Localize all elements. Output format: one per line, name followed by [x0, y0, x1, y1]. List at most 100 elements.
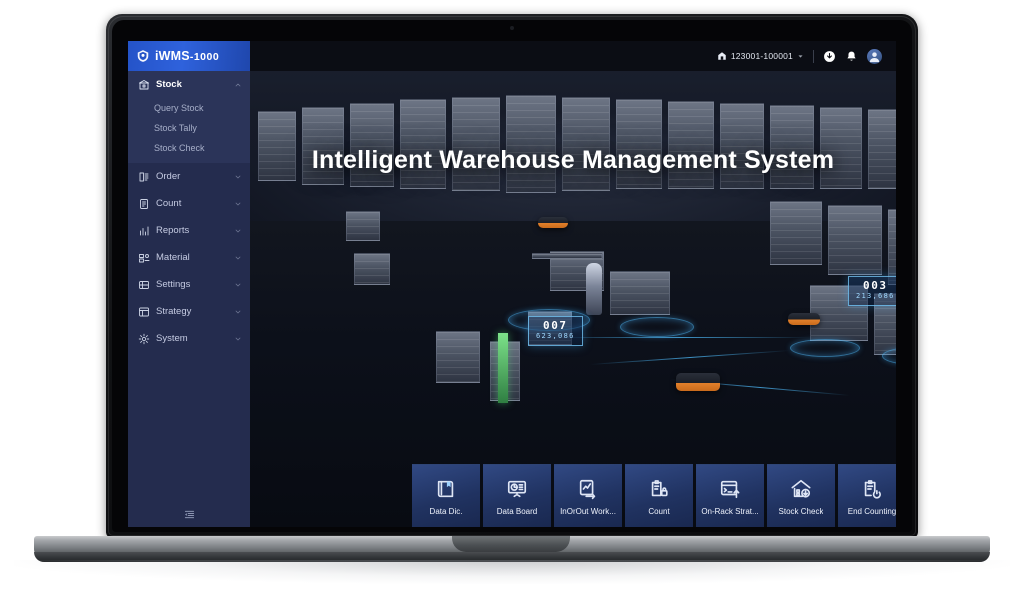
hud-tag-value: 623,086: [536, 332, 575, 341]
rack-unit: [436, 331, 480, 383]
warehouse-code: 123001-100001: [730, 51, 793, 61]
logo-model: -1000: [189, 51, 220, 63]
sidebar-item-row[interactable]: System: [128, 325, 250, 352]
sidebar-subitem-query-stock[interactable]: Query Stock: [128, 98, 250, 118]
stacker-crane-mast: [498, 333, 508, 403]
rack-unit: [888, 209, 896, 285]
app-logo[interactable]: iWMS-1000: [128, 41, 250, 71]
quick-action-toolbar: Data Dic. Data Board InOrOut Work... Count O…: [412, 464, 896, 527]
sidebar-item-order[interactable]: Order: [128, 163, 250, 190]
hud-tag-id: 003: [862, 279, 888, 292]
sidebar-item-reports[interactable]: Reports: [128, 217, 250, 244]
sidebar-item-material[interactable]: Material: [128, 244, 250, 271]
quick-action-data-dic[interactable]: Data Dic.: [412, 464, 480, 527]
sidebar-item-row[interactable]: Material: [128, 244, 250, 271]
logo-name: iWMS: [155, 49, 190, 63]
sidebar-item-label: Stock: [156, 79, 182, 90]
app-logo-text: iWMS-1000: [155, 49, 219, 63]
count-icon: [140, 198, 148, 209]
quick-action-data-board[interactable]: Data Board: [483, 464, 551, 527]
rack-unit: [616, 99, 662, 189]
laptop-camera: [510, 26, 514, 30]
hud-tag: 007 623,086: [528, 316, 583, 346]
chevron-down-icon: [235, 202, 241, 205]
bell-icon[interactable]: [845, 50, 858, 63]
clipboard-timer-icon: [864, 479, 881, 499]
inout-chart-icon: [579, 479, 596, 499]
sidebar-item-label: Strategy: [156, 306, 192, 317]
download-circle-icon[interactable]: [823, 50, 836, 63]
workstation-desk: [532, 253, 602, 259]
stock-icon: [139, 79, 149, 89]
top-header-bar: 123001-100001: [250, 41, 896, 71]
laptop-mockup: iWMS-1000 Stock Query Stock Stock Tally Sto…: [0, 0, 1024, 594]
laptop-shadow: [14, 560, 1010, 584]
quick-action-stock-check[interactable]: Stock Check: [767, 464, 835, 527]
house-check-icon: [791, 479, 811, 498]
pallet-stack: [610, 271, 670, 315]
sidebar-collapse-button[interactable]: [128, 509, 250, 520]
rack-unit: [668, 101, 714, 189]
sidebar-item-label: System: [156, 333, 188, 344]
rack-unit: [828, 205, 882, 275]
system-icon: [138, 333, 150, 344]
quick-action-label: Count: [648, 506, 670, 516]
sidebar-subitem-stock-tally[interactable]: Stock Tally: [128, 118, 250, 138]
sidebar-subitem-stock-check[interactable]: Stock Check: [128, 138, 250, 158]
worker-figure: [586, 263, 602, 315]
quick-action-label: End Counting: [847, 506, 896, 516]
chevron-down-icon: [235, 283, 241, 286]
rack-unit: [400, 99, 446, 189]
shield-logo-icon: [137, 50, 149, 62]
quick-action-on-rack-strat[interactable]: On-Rack Strat...: [696, 464, 764, 527]
agv-robot: [788, 313, 820, 325]
sidebar-item-row[interactable]: Reports: [128, 217, 250, 244]
application-window: iWMS-1000 Stock Query Stock Stock Tally Sto…: [128, 41, 896, 527]
sidebar-item-label: Order: [156, 171, 181, 182]
sidebar-item-stock[interactable]: Stock Query Stock Stock Tally Stock Check: [128, 71, 250, 163]
laptop-base-notch: [452, 536, 570, 552]
hero-title-block: Intelligent Warehouse Management System: [250, 146, 896, 175]
chevron-down-icon: [235, 256, 241, 259]
agv-robot: [676, 373, 720, 391]
sidebar: iWMS-1000 Stock Query Stock Stock Tally Sto…: [128, 41, 250, 527]
chevron-up-icon: [235, 83, 241, 86]
sidebar-submenu: Query Stock Stock Tally Stock Check: [128, 98, 250, 163]
quick-action-count[interactable]: Count: [625, 464, 693, 527]
hud-tag-id: 007: [542, 319, 568, 332]
hud-tag-value: 213,686: [856, 292, 895, 301]
sidebar-item-row[interactable]: Strategy: [128, 298, 250, 325]
quick-action-end-counting[interactable]: End Counting: [838, 464, 896, 527]
reports-icon: [140, 226, 149, 235]
order-icon: [139, 172, 149, 181]
dashboard-icon: [507, 480, 527, 497]
sidebar-item-row[interactable]: Settings: [128, 271, 250, 298]
rack-unit: [562, 97, 610, 191]
screen-viewport: iWMS-1000 Stock Query Stock Stock Tally Sto…: [128, 41, 896, 527]
sidebar-item-label: Count: [156, 198, 182, 209]
rack-unit: [346, 211, 380, 241]
sidebar-item-label: Reports: [156, 225, 190, 236]
strategy-icon: [139, 307, 149, 316]
sidebar-item-row[interactable]: Order: [128, 163, 250, 190]
quick-action-label: Stock Check: [778, 506, 824, 516]
warehouse-3d-scene: 007 623,086 003 213,686 Intelligent Warehou…: [250, 41, 896, 527]
quick-action-inorout-work[interactable]: InOrOut Work...: [554, 464, 622, 527]
warehouse-selector[interactable]: 123001-100001: [717, 51, 804, 61]
sidebar-item-system[interactable]: System: [128, 325, 250, 352]
user-avatar-icon: [869, 51, 880, 62]
sidebar-item-label: Settings: [156, 279, 191, 290]
menu-collapse-icon: [184, 510, 194, 519]
sidebar-item-strategy[interactable]: Strategy: [128, 298, 250, 325]
hud-tag: 003 213,686: [848, 276, 896, 306]
sidebar-item-row[interactable]: Count: [128, 190, 250, 217]
sidebar-item-count[interactable]: Count: [128, 190, 250, 217]
chevron-down-icon: [235, 310, 241, 313]
quick-action-label: InOrOut Work...: [560, 506, 616, 516]
avatar[interactable]: [867, 48, 882, 64]
floor-glow-ring: [790, 339, 860, 357]
sidebar-item-label: Material: [156, 252, 190, 263]
sidebar-item-row[interactable]: Stock: [128, 71, 250, 98]
quick-action-label: Data Dic.: [429, 506, 463, 516]
sidebar-item-settings[interactable]: Settings: [128, 271, 250, 298]
